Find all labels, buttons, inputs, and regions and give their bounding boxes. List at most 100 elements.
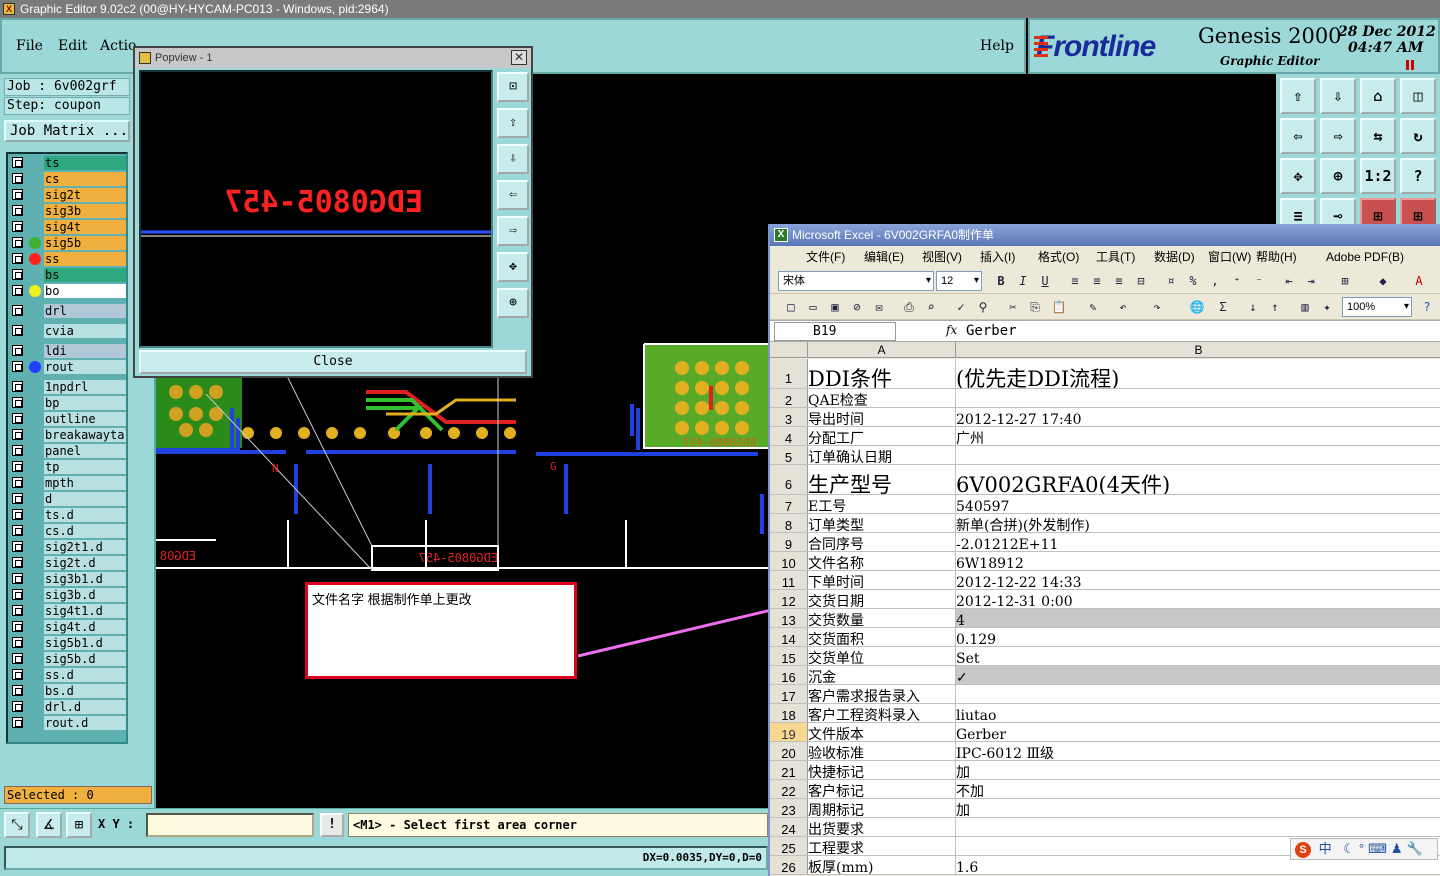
row-number[interactable]: 15 [770,647,808,666]
sort-desc-icon[interactable]: ↑ [1266,298,1284,316]
cell-b[interactable]: (优先走DDI流程) [956,359,1440,388]
select-all-corner[interactable] [770,342,808,358]
cell-b[interactable]: Gerber [956,723,1440,741]
formula-value[interactable]: Gerber [966,322,1017,341]
cell-a[interactable]: 客户需求报告录入 [808,685,956,703]
cell-b[interactable]: 新单(合拼)(外发制作) [956,514,1440,532]
email-icon[interactable]: ✉ [870,298,888,316]
name-box[interactable]: B19 [774,322,896,341]
row-number[interactable]: 22 [770,780,808,799]
row-number[interactable]: 13 [770,609,808,628]
cell-a[interactable]: 交货日期 [808,590,956,608]
cell-a[interactable]: 出货要求 [808,818,956,836]
sogou-icon[interactable]: S [1295,842,1311,858]
cell-b[interactable] [956,446,1440,464]
cell-b[interactable]: 加 [956,799,1440,817]
row-number[interactable]: 12 [770,590,808,609]
cell-a[interactable]: 验收标准 [808,742,956,760]
undo-icon[interactable]: ↶ [1114,298,1132,316]
cell-b[interactable]: 2012-12-22 14:33 [956,571,1440,589]
row-number[interactable]: 4 [770,427,808,446]
cell-a[interactable]: 交货面积 [808,628,956,646]
cell-a[interactable]: 生产型号 [808,465,956,494]
cell-a[interactable]: 快捷标记 [808,761,956,779]
font-color-icon[interactable]: A [1410,272,1428,290]
row-number[interactable]: 20 [770,742,808,761]
cell-a[interactable]: 文件版本 [808,723,956,741]
cell-a[interactable]: 订单类型 [808,514,956,532]
xy-input[interactable] [146,813,314,837]
select-tool-icon[interactable]: ⤡ [4,812,30,838]
spelling-icon[interactable]: ✓ [952,298,970,316]
percent-icon[interactable]: % [1184,272,1202,290]
row-number[interactable]: 7 [770,495,808,514]
ime-toolbar[interactable]: S 中 ☾°⌨♟🔧 [1290,838,1438,860]
row-number[interactable]: 24 [770,818,808,837]
row-number[interactable]: 18 [770,704,808,723]
cut-icon[interactable]: ✂ [1004,298,1022,316]
excel-menu-item[interactable]: 帮助(H) [1256,246,1297,268]
indent-icon[interactable]: ⇥ [1302,272,1320,290]
permission-icon[interactable]: ⊘ [848,298,866,316]
cell-a[interactable]: 导出时间 [808,408,956,426]
excel-menu-item[interactable]: 文件(F) [806,246,845,268]
align-right-icon[interactable]: ≡ [1110,272,1128,290]
excel-menu-item[interactable]: 格式(O) [1038,246,1079,268]
column-header-b[interactable]: B [956,342,1440,358]
zoom-select[interactable]: 100% [1342,297,1412,317]
excel-menu-item[interactable]: 工具(T) [1096,246,1135,268]
drawing-icon[interactable]: ✦ [1318,298,1336,316]
cell-b[interactable]: 4 [956,609,1440,627]
grid-tool-icon[interactable]: ⊞ [66,812,92,838]
excel-help-icon[interactable]: ? [1418,298,1436,316]
ime-tools-icon[interactable]: ☾°⌨♟🔧 [1343,841,1426,856]
underline-icon[interactable]: U [1036,272,1054,290]
excel-menu-item[interactable]: 视图(V) [922,246,962,268]
cell-b[interactable]: liutao [956,704,1440,722]
align-center-icon[interactable]: ≡ [1088,272,1106,290]
cell-b[interactable]: 6V002GRFA0(4天件) [956,465,1440,494]
cell-a[interactable]: QAE检查 [808,389,956,407]
increase-decimal-icon[interactable]: ⁺ [1228,272,1246,290]
hyperlink-icon[interactable]: 🌐 [1188,298,1206,316]
autosum-icon[interactable]: Σ [1214,298,1232,316]
excel-menu-item[interactable]: Adobe PDF(B) [1326,246,1404,268]
print-icon[interactable]: ⎙ [900,298,918,316]
excel-menu-item[interactable]: 编辑(E) [864,246,904,268]
font-size-select[interactable]: 12 [936,271,982,291]
cell-a[interactable]: 订单确认日期 [808,446,956,464]
row-number[interactable]: 17 [770,685,808,704]
decrease-decimal-icon[interactable]: ⁻ [1250,272,1268,290]
cell-a[interactable]: 工程要求 [808,837,956,855]
row-number[interactable]: 19 [770,723,808,742]
cell-b[interactable]: 不加 [956,780,1440,798]
cell-b[interactable]: ✓ [956,666,1440,684]
fx-icon[interactable]: fx [946,323,957,337]
row-number[interactable]: 23 [770,799,808,818]
bold-icon[interactable]: B [992,272,1010,290]
print-preview-icon[interactable]: ⌕ [922,298,940,316]
cell-a[interactable]: 交货数量 [808,609,956,627]
cell-a[interactable]: 分配工厂 [808,427,956,445]
cell-a[interactable]: 周期标记 [808,799,956,817]
cell-b[interactable]: 广州 [956,427,1440,445]
save-icon[interactable]: ▣ [826,298,844,316]
cell-b[interactable] [956,389,1440,407]
row-number[interactable]: 21 [770,761,808,780]
row-number[interactable]: 5 [770,446,808,465]
cell-a[interactable]: E工号 [808,495,956,513]
ime-mode[interactable]: 中 [1319,841,1336,856]
cell-a[interactable]: 客户工程资料录入 [808,704,956,722]
row-number[interactable]: 6 [770,465,808,494]
row-number[interactable]: 11 [770,571,808,590]
sort-asc-icon[interactable]: ↓ [1244,298,1262,316]
row-number[interactable]: 8 [770,514,808,533]
fill-color-icon[interactable]: ◆ [1374,272,1392,290]
outdent-icon[interactable]: ⇤ [1280,272,1298,290]
cell-b[interactable]: 2012-12-27 17:40 [956,408,1440,426]
borders-icon[interactable]: ⊞ [1336,272,1354,290]
cell-a[interactable]: 文件名称 [808,552,956,570]
row-number[interactable]: 9 [770,533,808,552]
new-icon[interactable]: □ [782,298,800,316]
cell-a[interactable]: 沉金 [808,666,956,684]
